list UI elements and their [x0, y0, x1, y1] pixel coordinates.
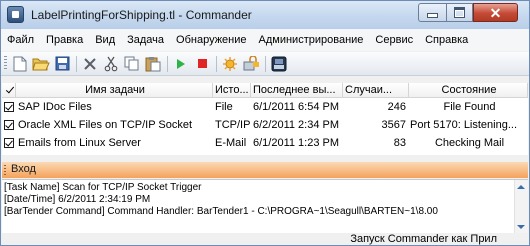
column-header-source[interactable]: Исто...	[213, 83, 251, 97]
check-icon	[4, 83, 15, 97]
close-icon: ✕	[489, 4, 502, 21]
maximize-icon	[454, 7, 465, 18]
task-last-run: 6/1/2011 1:23 PM	[253, 136, 340, 149]
status-bar: Запуск Commander как Прил	[1, 233, 529, 245]
log-line: [BarTender Command] Command Handler: Bar…	[4, 206, 438, 217]
column-header-enabled[interactable]	[2, 83, 16, 97]
log-line: [Task Name] Scan for TCP/IP Socket Trigg…	[4, 182, 202, 193]
minimize-icon	[427, 13, 438, 18]
menu-help[interactable]: Справка	[419, 34, 474, 46]
column-header-count[interactable]: Случаи...	[343, 83, 409, 97]
new-icon[interactable]	[10, 54, 30, 74]
close-button[interactable]: ✕	[473, 3, 518, 22]
column-header-state[interactable]: Состояние	[409, 83, 528, 97]
cut-icon[interactable]	[101, 54, 121, 74]
task-last-run: 6/2/2011 2:34 PM	[253, 118, 340, 131]
minimize-button[interactable]	[418, 3, 446, 22]
log-pane-header[interactable]: Вход	[2, 162, 528, 178]
row-checkbox[interactable]	[2, 119, 16, 130]
menu-view[interactable]: Вид	[89, 34, 121, 46]
toolbar-separator	[265, 55, 266, 72]
save-icon[interactable]	[52, 54, 72, 74]
commander-window: LabelPrintingForShipping.tl - Commander …	[0, 0, 530, 246]
task-count: 3567	[381, 118, 406, 131]
stop-icon[interactable]	[192, 54, 212, 74]
status-text: Запуск Commander как Прил	[350, 233, 497, 245]
title-bar[interactable]: LabelPrintingForShipping.tl - Commander …	[1, 1, 529, 29]
menu-detection[interactable]: Обнаружение	[170, 34, 252, 46]
task-last-run: 6/1/2011 6:54 PM	[253, 100, 340, 113]
task-source: E-Mail	[215, 136, 247, 149]
menu-service[interactable]: Сервис	[369, 34, 419, 46]
log-text-area[interactable]: [Task Name] Scan for TCP/IP Socket Trigg…	[2, 179, 528, 234]
task-count: 83	[393, 136, 406, 149]
scroll-down-icon[interactable]	[517, 225, 525, 229]
task-source: TCP/IP	[215, 118, 251, 131]
table-row[interactable]: Oracle XML Files on TCP/IP Socket TCP/IP…	[2, 116, 528, 133]
table-row[interactable]: Emails from Linux Server E-Mail 6/1/2011…	[2, 134, 528, 151]
task-state: Checking Mail	[434, 136, 505, 149]
task-count: 246	[387, 100, 406, 113]
paste-icon[interactable]	[143, 54, 163, 74]
copy-icon[interactable]	[122, 54, 142, 74]
start-icon[interactable]	[171, 54, 191, 74]
window-title: LabelPrintingForShipping.tl - Commander	[31, 8, 252, 22]
task-source: File	[215, 100, 233, 113]
column-header-last-run[interactable]: Последнее вы...	[251, 83, 343, 97]
menu-administration[interactable]: Администрирование	[253, 34, 370, 46]
row-checkbox[interactable]	[2, 101, 16, 112]
open-icon[interactable]	[31, 54, 51, 74]
menu-task[interactable]: Задача	[121, 34, 170, 46]
menu-bar: Файл Правка Вид Задача Обнаружение Админ…	[1, 29, 529, 51]
toolbar-separator	[76, 55, 77, 72]
log-line: [Date/Time] 6/2/2011 2:34:19 PM	[4, 194, 151, 205]
toolbar	[1, 52, 529, 76]
menu-edit[interactable]: Правка	[40, 34, 89, 46]
log-scrollbar[interactable]	[514, 180, 528, 234]
task-state: File Found	[443, 100, 496, 113]
toolbar-separator	[167, 55, 168, 72]
log-pane-title: Вход	[11, 163, 36, 175]
task-table: Имя задачи Исто... Последнее вы... Случа…	[2, 83, 528, 155]
column-header-task-name[interactable]: Имя задачи	[16, 83, 213, 97]
task-state: Port 5170: Listening...	[410, 118, 518, 131]
table-header: Имя задачи Исто... Последнее вы... Случа…	[2, 83, 528, 98]
printer-icon[interactable]	[269, 54, 289, 74]
menu-file[interactable]: Файл	[1, 34, 40, 46]
scroll-up-icon[interactable]	[517, 185, 525, 189]
toolbar-separator	[216, 55, 217, 72]
pane-grip-icon[interactable]	[4, 165, 6, 175]
delete-icon[interactable]	[80, 54, 100, 74]
table-row[interactable]: SAP IDoc Files File 6/1/2011 6:54 PM 246…	[2, 98, 528, 115]
row-checkbox[interactable]	[2, 137, 16, 148]
options-icon[interactable]	[220, 54, 240, 74]
app-icon	[7, 6, 24, 23]
permissions-icon[interactable]	[241, 54, 261, 74]
task-name: Emails from Linux Server	[18, 136, 141, 149]
toolbar-grip-icon[interactable]	[4, 56, 7, 71]
task-name: Oracle XML Files on TCP/IP Socket	[18, 118, 193, 131]
task-name: SAP IDoc Files	[18, 100, 92, 113]
maximize-button[interactable]	[446, 3, 473, 22]
